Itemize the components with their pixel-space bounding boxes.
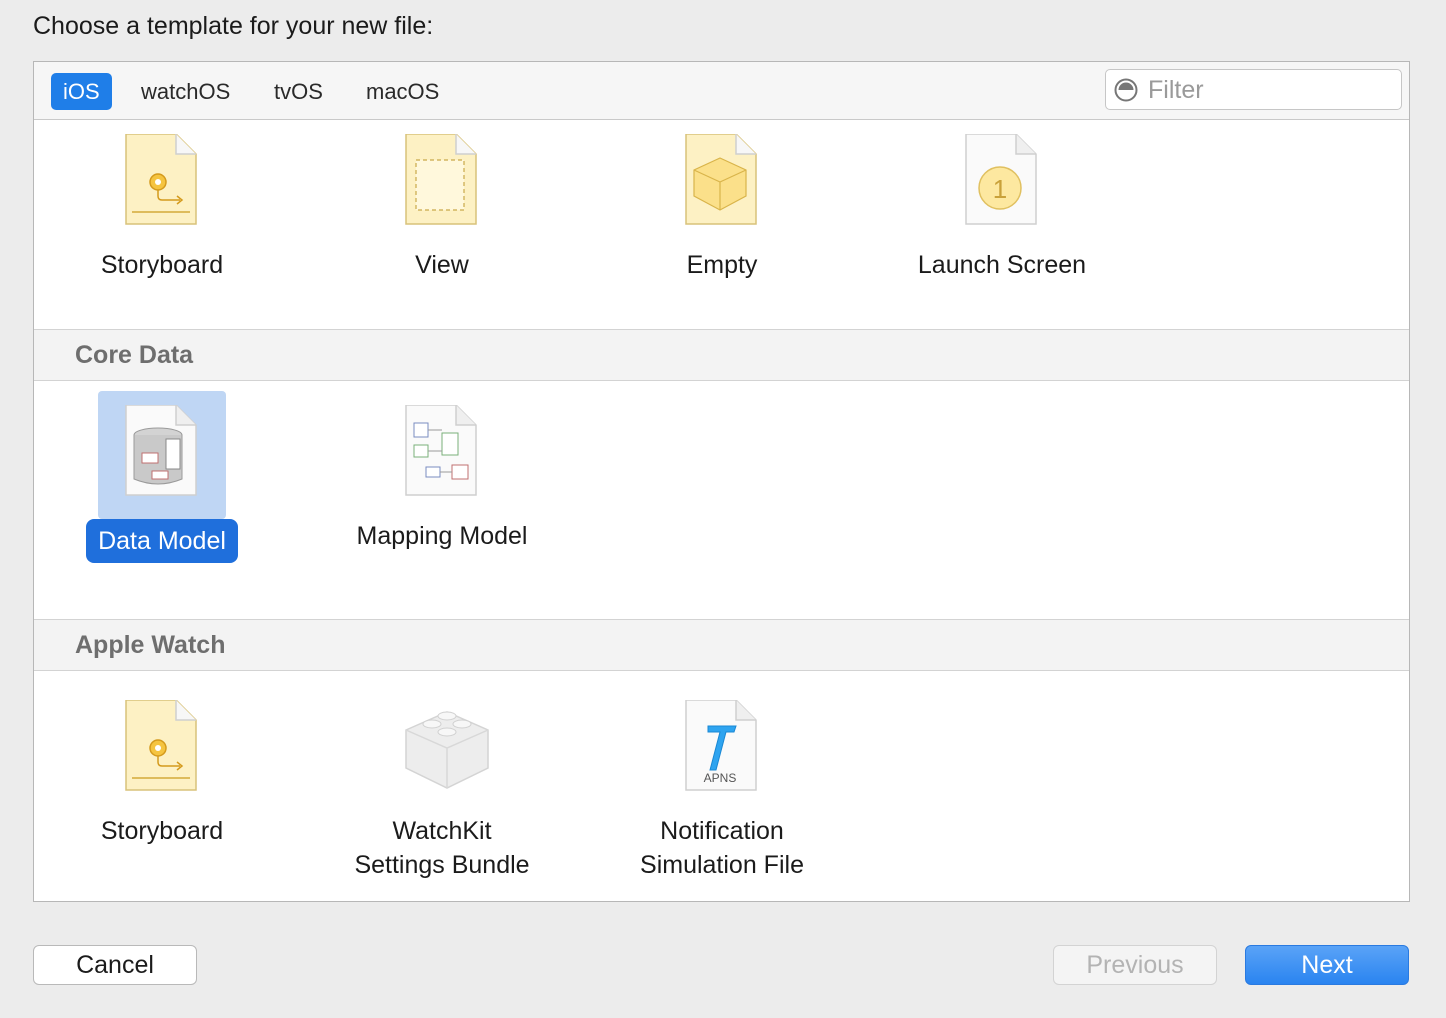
tab-watchos[interactable]: watchOS [129,73,242,110]
template-item-storyboard[interactable]: Storyboard [42,120,282,282]
section-title: Core Data [75,341,194,369]
storyboard-icon [125,700,197,791]
template-label: Data Model [86,519,238,563]
data-model-icon [125,405,197,496]
view-file-icon [405,134,477,225]
section-title: Apple Watch [75,631,226,659]
tab-tvos[interactable]: tvOS [262,73,335,110]
launch-screen-badge: 1 [993,174,1007,204]
template-item-watchkit-settings-bundle[interactable]: WatchKit Settings Bundle [322,686,562,882]
template-item-watch-storyboard[interactable]: Storyboard [42,686,282,848]
template-item-empty[interactable]: Empty [602,120,842,282]
template-label: WatchKit Settings Bundle [354,817,530,879]
section-header-core-data: Core Data [34,329,1409,381]
tab-macos[interactable]: macOS [354,73,451,110]
template-label: Empty [686,251,758,279]
template-item-view[interactable]: View [322,120,562,282]
previous-button[interactable]: Previous [1053,945,1217,985]
template-label: Storyboard [100,251,224,279]
template-label: Notification Simulation File [640,817,804,879]
template-item-mapping-model[interactable]: Mapping Model [322,391,562,553]
template-item-notification-simulation-file[interactable]: APNS Notification Simulation File [602,686,842,882]
template-label: View [415,251,469,279]
template-panel: iOS watchOS tvOS macOS Storyboard [33,61,1410,902]
template-label: Mapping Model [356,522,528,550]
launch-screen-icon: 1 [965,134,1037,225]
template-item-data-model[interactable]: Data Model [42,391,282,563]
apns-badge: APNS [704,771,737,785]
apns-file-icon: APNS [685,700,757,791]
filter-field[interactable] [1105,69,1402,110]
section-header-apple-watch: Apple Watch [34,619,1409,671]
dialog-heading: Choose a template for your new file: [33,12,434,40]
mapping-model-icon [405,405,477,496]
empty-file-icon [685,134,757,225]
template-label: Launch Screen [917,251,1087,279]
next-button[interactable]: Next [1245,945,1409,985]
template-item-launch-screen[interactable]: 1 Launch Screen [882,120,1122,282]
settings-bundle-icon [405,711,489,789]
filter-input[interactable] [1146,74,1390,106]
tab-ios[interactable]: iOS [51,73,112,110]
filter-icon [1114,78,1138,102]
cancel-button[interactable]: Cancel [33,945,197,985]
template-label: Storyboard [100,817,224,845]
platform-tab-bar: iOS watchOS tvOS macOS [34,62,1409,120]
storyboard-icon [125,134,197,225]
